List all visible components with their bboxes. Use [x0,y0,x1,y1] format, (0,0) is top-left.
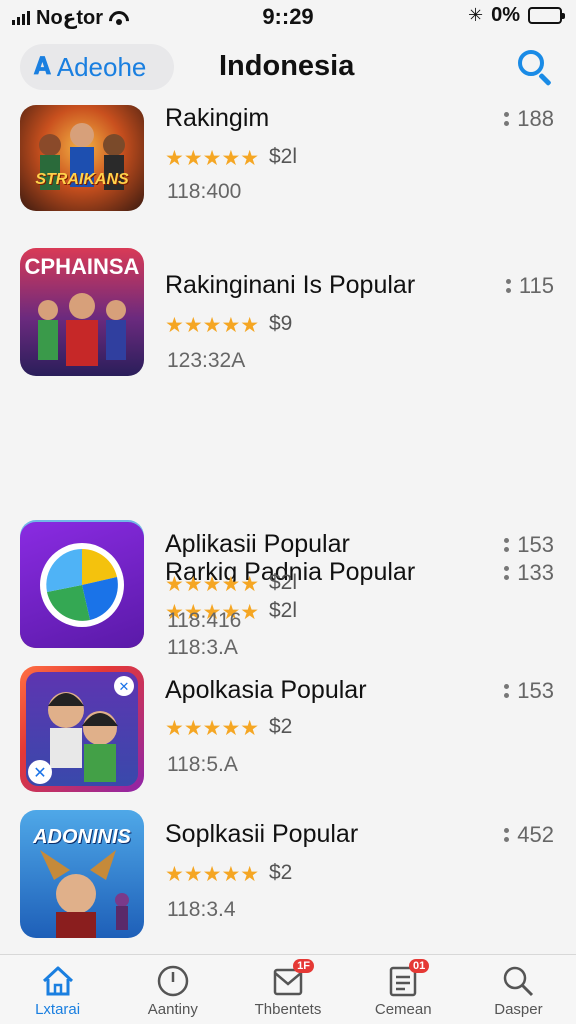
app-subtitle: 118:400 [167,180,242,203]
app-price: $2 [269,861,293,884]
tab-label: Aantiny [147,1001,198,1018]
app-count: 153 [504,678,554,704]
app-price: $2 [269,715,293,738]
page-title: Indonesia [219,50,355,82]
clock-icon [155,963,191,999]
status-bar: Noعtor 9::29 ✳ 0% [0,0,576,32]
list-item[interactable]: Rarkig Padnia Popular ★★★★★ $2l 118:3.A … [0,390,576,659]
app-thumbnail: ADONINIS [20,810,144,938]
thumbnail-title: CPHAINSA [24,254,140,279]
list-item[interactable]: ✕ ✕ Apolkasia Popular ★★★★★ $2 118:5.A 1… [0,664,576,809]
count-value: 188 [517,106,554,131]
tab-activity[interactable]: Aantiny [115,955,230,1024]
rating-stars: ★★★★★ [165,147,260,170]
rating-stars: ★★★★★ [165,314,260,337]
app-count: 452 [504,822,554,848]
status-right: ✳ 0% [468,4,565,27]
more-icon[interactable] [504,112,510,126]
count-value: 153 [517,678,554,703]
tab-label: Cemean [374,1001,432,1018]
tab-updates[interactable]: 1F Thbentets [230,955,345,1024]
notification-badge: 01 [408,959,430,973]
bluetooth-icon: ✳ [468,5,484,25]
thumbnail-title: ADONINIS [33,826,131,848]
thumbnail-inner: ✕ ✕ [26,672,138,786]
app-thumbnail [20,522,144,648]
count-value: 153 [517,532,554,557]
tab-label: Dasper [494,1001,543,1018]
app-price: $2l [269,145,298,168]
more-icon[interactable] [505,279,511,293]
search-icon-handle [538,72,552,87]
app-price: $2l [269,571,298,594]
tab-search[interactable]: Dasper [461,955,576,1024]
app-store-icon: 𝐀 [34,53,51,80]
more-icon[interactable] [504,684,510,698]
app-thumbnail: CPHAINSA [20,248,144,376]
app-subtitle: 118:5.A [167,753,238,776]
home-icon [40,963,76,999]
app-count: 153 [504,532,554,558]
tab-library[interactable]: 01 Cemean [346,955,461,1024]
app-name: Rakingim [165,104,270,132]
list-item[interactable]: Aplikasii Popular ★★★★★ $2l 118:416 153 [0,520,576,665]
notification-badge: 1F [293,959,314,973]
tab-home[interactable]: Lxtarai [0,955,115,1024]
tab-bar: Lxtarai Aantiny 1F Thbentets 01 Cemean D… [0,954,576,1024]
back-button[interactable]: 𝐀 Adeohe [20,44,174,90]
app-count: 188 [504,106,554,132]
app-price: $9 [269,312,293,335]
count-value: 115 [518,273,554,298]
characters-art: ✕ ✕ [28,676,134,784]
more-icon[interactable] [504,828,510,842]
app-name: Apolkasia Popular [165,676,367,704]
svg-text:✕: ✕ [119,679,130,694]
back-button-label: Adeohe [56,51,147,82]
document-icon: 01 [385,959,430,999]
app-thumbnail: ✕ ✕ [20,666,144,792]
rating-stars: ★★★★★ [165,863,260,886]
app-subtitle: 118:416 [167,609,242,632]
list-item[interactable]: ADONINIS Soplkasii Popular ★★★★★ $2 118:… [0,808,576,953]
app-name: Aplikasii Popular [165,530,350,558]
count-value: 452 [517,822,554,847]
list-item[interactable]: CPHAINSA Rakinginani Is Popular ★★★★★ $9… [0,245,576,390]
app-list: STRAIKANS Rakingim ★★★★★ $2l 118:400 188… [0,102,576,659]
heroes-art [39,123,125,190]
tab-label: Lxtarai [35,1001,81,1018]
app-thumbnail: STRAIKANS [20,105,144,211]
search-icon [518,50,544,76]
app-count: 115 [505,273,554,299]
more-icon[interactable] [504,538,510,552]
tab-label: Thbentets [254,1001,322,1018]
thumbnail-title: STRAIKANS [35,171,129,188]
battery-icon [528,7,565,24]
svg-text:✕: ✕ [33,765,46,782]
nav-header: 𝐀 Adeohe Indonesia [0,44,576,92]
app-name: Soplkasii Popular [165,820,359,848]
list-item[interactable]: STRAIKANS Rakingim ★★★★★ $2l 118:400 188 [0,102,576,247]
rating-stars: ★★★★★ [165,717,260,740]
search-icon [500,963,536,999]
search-button[interactable] [516,48,554,87]
app-subtitle: 123:32A [167,349,246,372]
chrome-like-art [40,543,124,627]
app-subtitle: 118:3.4 [167,898,236,921]
inbox-icon: 1F [270,959,314,999]
rating-stars: ★★★★★ [165,573,260,596]
app-name: Rakinginani Is Popular [165,271,416,299]
battery-percent: 0% [491,4,520,26]
